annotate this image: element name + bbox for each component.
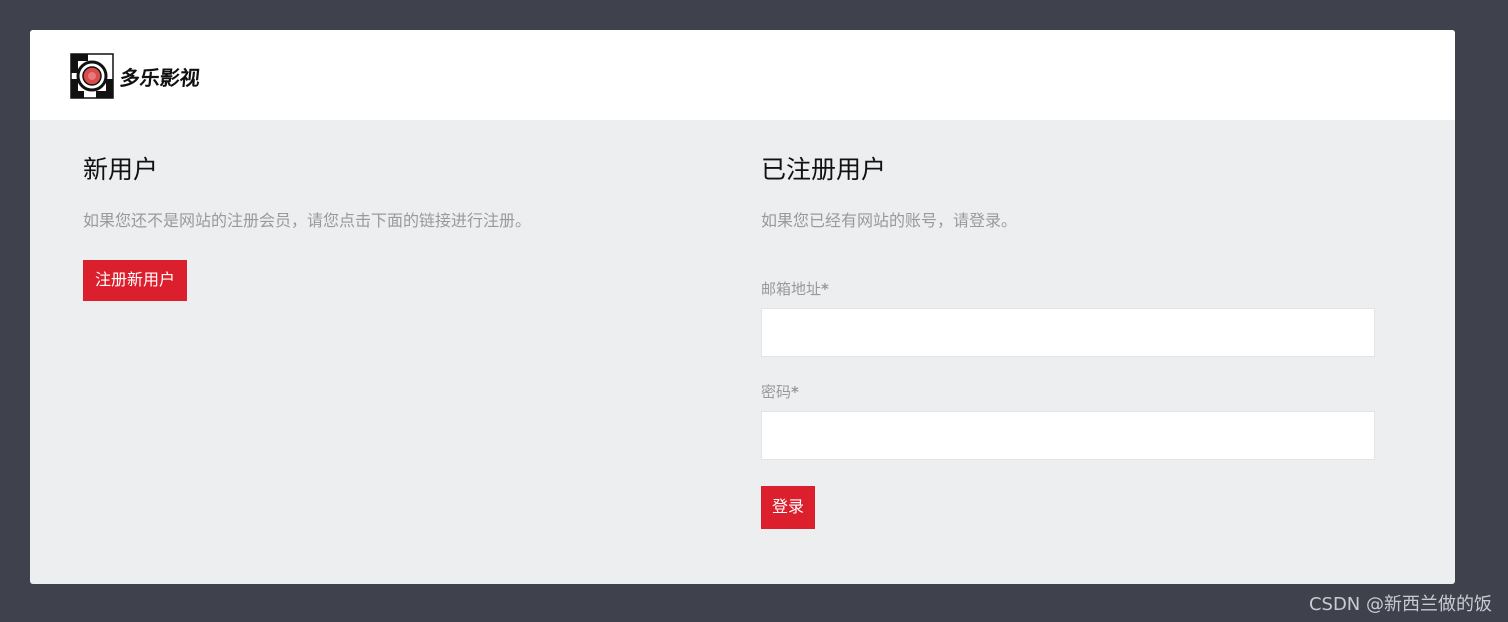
required-asterisk: * [821,280,829,298]
brand-name: 多乐影视 [118,65,202,90]
register-button[interactable]: 注册新用户 [83,260,188,301]
new-user-title: 新用户 [83,155,159,184]
password-label-text: 密码 [761,383,792,401]
password-field[interactable] [761,411,1375,460]
email-label: 邮箱地址* [761,279,1375,299]
registered-user-section: 已注册用户 如果您已经有网站的账号，请登录。 邮箱地址* 密码* 登录 [761,150,1375,529]
registered-user-description: 如果您已经有网站的账号，请登录。 [761,211,1018,230]
password-label: 密码* [761,382,1375,402]
site-logo[interactable]: 多乐影视 [70,53,202,99]
new-user-section: 新用户 如果您还不是网站的注册会员，请您点击下面的链接进行注册。 注册新用户 [83,150,683,301]
email-field[interactable] [761,308,1375,357]
login-card: 多乐影视 新用户 如果您还不是网站的注册会员，请您点击下面的链接进行注册。 注册… [30,30,1455,584]
watermark-text: CSDN @新西兰做的饭 [1308,594,1492,615]
registered-user-title: 已注册用户 [761,155,887,184]
email-label-text: 邮箱地址 [761,280,822,298]
login-button[interactable]: 登录 [761,486,816,529]
new-user-description: 如果您还不是网站的注册会员，请您点击下面的链接进行注册。 [83,211,532,230]
film-reel-logo-icon [70,53,114,99]
required-asterisk: * [791,383,799,401]
site-header: 多乐影视 [30,30,1455,120]
